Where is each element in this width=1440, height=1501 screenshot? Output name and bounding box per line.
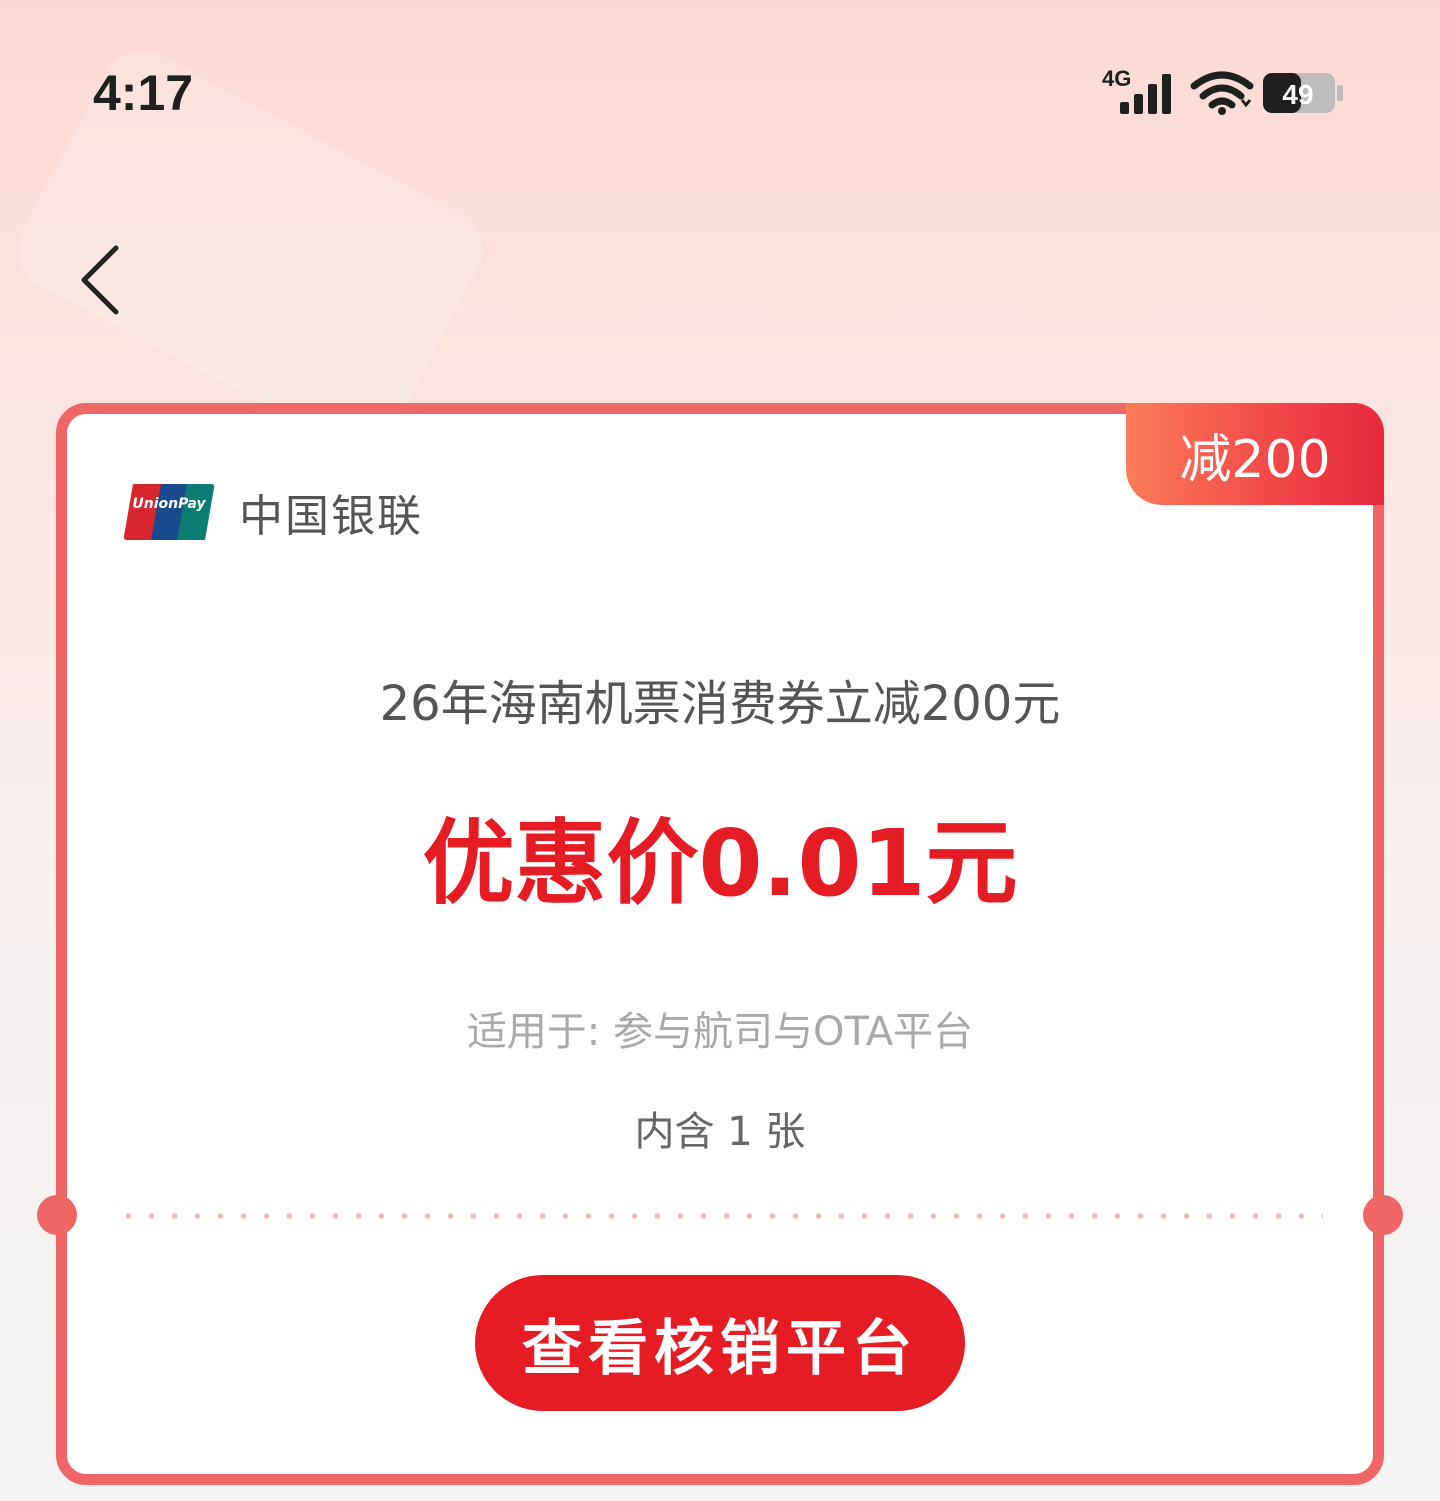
battery-icon: 49 [1263, 73, 1343, 113]
status-time: 4:17 [93, 65, 194, 121]
battery-level: 49 [1282, 79, 1313, 110]
card-notch-left [37, 1195, 77, 1235]
svg-text:UnionPay: UnionPay [132, 496, 206, 512]
coupon-card: 减200 UnionPay 中国银联 26年海南机票消费券立减200元 优惠价0… [37, 403, 1403, 1485]
cellular-signal-icon: 4G [1102, 66, 1171, 114]
discount-badge: 减200 [1126, 403, 1384, 505]
back-button[interactable] [70, 240, 140, 320]
coupon-count: 内含 1 张 [634, 1109, 806, 1155]
card-notch-right [1363, 1195, 1403, 1235]
unionpay-logo-icon: UnionPay [123, 484, 215, 540]
brand-header: UnionPay 中国银联 [123, 480, 423, 544]
coupon-title: 26年海南机票消费券立减200元 [379, 676, 1061, 732]
chevron-left-icon [81, 245, 119, 315]
coupon-price: 优惠价0.01元 [422, 810, 1018, 917]
wifi-icon [1190, 71, 1254, 115]
network-type-label: 4G [1102, 66, 1131, 91]
coupon-scope: 适用于: 参与航司与OTA平台 [466, 1009, 974, 1055]
view-redemption-platform-button[interactable]: 查看核销平台 [475, 1275, 965, 1411]
dotted-divider [117, 1213, 1323, 1219]
brand-name: 中国银联 [239, 491, 423, 542]
status-bar: 4:17 4G 49 [0, 0, 1440, 190]
